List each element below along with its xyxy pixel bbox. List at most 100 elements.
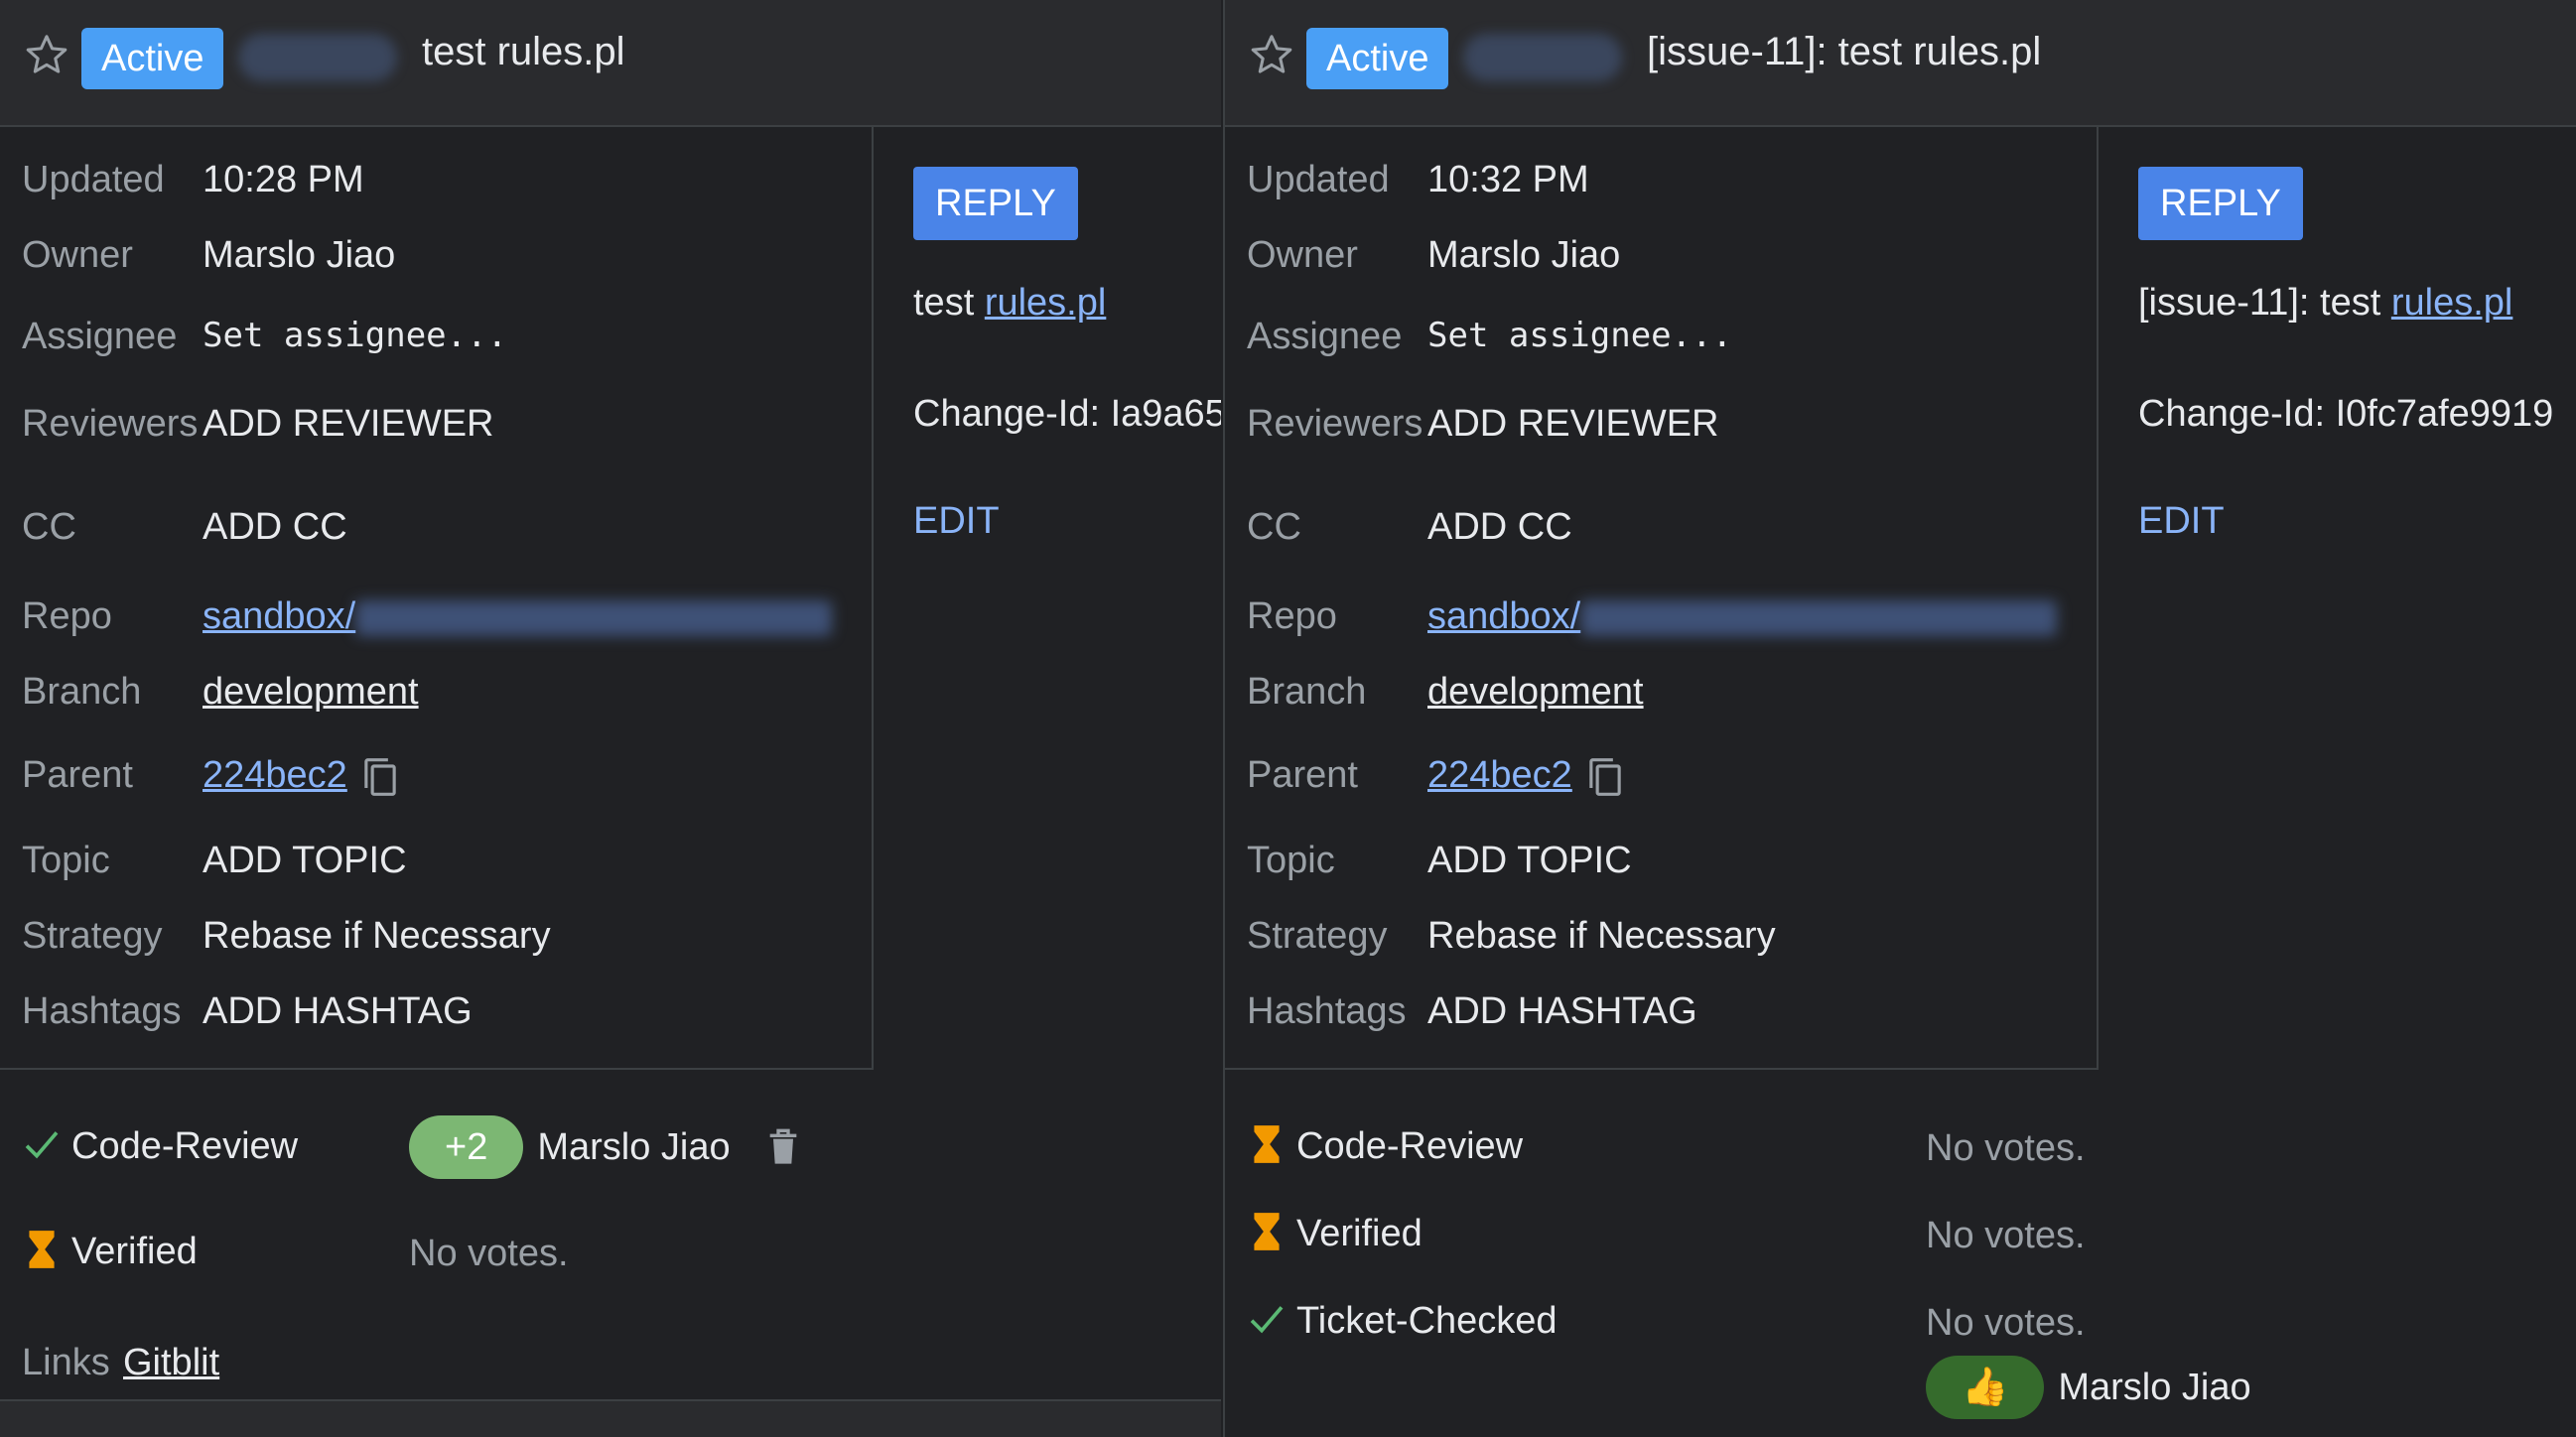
- hourglass-icon: [1254, 1125, 1280, 1163]
- owner-label: Owner: [1247, 234, 1358, 276]
- reply-button[interactable]: REPLY: [2138, 167, 2303, 240]
- hourglass-icon: [1254, 1213, 1280, 1250]
- change-number-redacted: [238, 34, 397, 81]
- cc-label: CC: [22, 506, 76, 548]
- status-badge: Active: [1306, 28, 1449, 89]
- updated-value: 10:32 PM: [1427, 159, 1589, 200]
- star-icon[interactable]: [24, 32, 69, 77]
- change-id: Change-Id: I0fc7afe9919: [2138, 393, 2554, 435]
- reviewers-label: Reviewers: [22, 403, 199, 445]
- assignee-input[interactable]: Set assignee...: [1427, 316, 1732, 355]
- reviewers-label: Reviewers: [1247, 403, 1424, 445]
- message-file-link[interactable]: rules.pl: [2391, 282, 2513, 324]
- add-hashtag-button[interactable]: ADD HASHTAG: [1427, 990, 1697, 1033]
- parent-label: Parent: [1247, 754, 1358, 796]
- hashtags-label: Hashtags: [22, 990, 182, 1032]
- files-section-bar: [0, 1399, 1221, 1437]
- updated-label: Updated: [22, 159, 165, 200]
- message-subject: [issue-11]: test rules.pl: [2138, 282, 2513, 324]
- vote-chip-thumbs-up-icon[interactable]: 👍: [1926, 1356, 2045, 1419]
- voter-name: Marslo Jiao: [2058, 1366, 2251, 1408]
- label-name: Code-Review: [71, 1125, 299, 1167]
- owner-value[interactable]: Marslo Jiao: [203, 234, 395, 277]
- label-verified: Verified No votes.: [22, 1227, 569, 1274]
- repo-label: Repo: [1247, 595, 1337, 637]
- branch-link[interactable]: development: [203, 671, 419, 714]
- assignee-input[interactable]: Set assignee...: [203, 316, 507, 355]
- label-value: No votes.: [1926, 1302, 2086, 1344]
- label-value: No votes.: [1926, 1215, 2086, 1256]
- strategy-value: Rebase if Necessary: [1427, 915, 1776, 957]
- strategy-label: Strategy: [1247, 915, 1388, 957]
- cc-label: CC: [1247, 506, 1301, 548]
- branch-label: Branch: [22, 671, 142, 713]
- label-name: Code-Review: [1296, 1125, 1524, 1167]
- owner-label: Owner: [22, 234, 133, 276]
- branch-label: Branch: [1247, 671, 1367, 713]
- strategy-value: Rebase if Necessary: [203, 915, 551, 957]
- label-verified: Verified No votes.: [1247, 1209, 2086, 1256]
- star-icon[interactable]: [1249, 32, 1294, 77]
- parent-link[interactable]: 224bec2: [203, 754, 347, 796]
- add-topic-button[interactable]: ADD TOPIC: [1427, 840, 1632, 882]
- links-label: Links: [22, 1342, 110, 1383]
- check-icon: [1250, 1306, 1284, 1334]
- strategy-label: Strategy: [22, 915, 163, 957]
- add-topic-button[interactable]: ADD TOPIC: [203, 840, 407, 882]
- change-info: Updated 10:32 PM Owner Marslo Jiao Assig…: [1225, 127, 2099, 1070]
- label-code-review: Code-Review No votes.: [1247, 1121, 2086, 1169]
- change-number-redacted: [1463, 34, 1622, 81]
- trash-icon[interactable]: [766, 1127, 800, 1167]
- repo-link[interactable]: sandbox/: [1427, 595, 1580, 637]
- label-name: Verified: [1296, 1213, 1423, 1254]
- message-subject: test rules.pl: [913, 282, 1107, 324]
- repo-label: Repo: [22, 595, 112, 637]
- label-ticket-checked: Ticket-Checked No votes. 👍 Marslo Jiao: [1247, 1296, 2251, 1419]
- assignee-label: Assignee: [1247, 316, 1403, 357]
- parent-link[interactable]: 224bec2: [1427, 754, 1572, 796]
- add-cc-button[interactable]: ADD CC: [203, 506, 347, 549]
- repo-name-redacted: [1580, 599, 2058, 636]
- add-hashtag-button[interactable]: ADD HASHTAG: [203, 990, 473, 1033]
- change-title: [issue-11]: test rules.pl: [1647, 30, 2042, 73]
- reply-button[interactable]: REPLY: [913, 167, 1078, 240]
- message-file-link[interactable]: rules.pl: [985, 282, 1107, 324]
- section-divider: [0, 1068, 872, 1070]
- copy-icon[interactable]: [361, 755, 399, 799]
- hashtags-label: Hashtags: [1247, 990, 1407, 1032]
- change-header: Active [issue-11]: test rules.pl: [1225, 0, 2576, 127]
- add-reviewer-button[interactable]: ADD REVIEWER: [203, 403, 493, 446]
- updated-value: 10:28 PM: [203, 159, 364, 200]
- owner-value[interactable]: Marslo Jiao: [1427, 234, 1620, 277]
- assignee-label: Assignee: [22, 316, 178, 357]
- hourglass-icon: [29, 1231, 55, 1268]
- vote-chip[interactable]: +2: [409, 1115, 524, 1179]
- repo-name-redacted: [355, 599, 833, 636]
- change-panel-left: Active test rules.pl Updated 10:28 PM Ow…: [0, 0, 1221, 1437]
- updated-label: Updated: [1247, 159, 1390, 200]
- label-name: Verified: [71, 1231, 198, 1272]
- edit-button[interactable]: EDIT: [2138, 500, 2225, 543]
- gitblit-link[interactable]: Gitblit: [123, 1342, 219, 1384]
- change-header: Active test rules.pl: [0, 0, 1221, 127]
- change-title: test rules.pl: [422, 30, 625, 73]
- add-cc-button[interactable]: ADD CC: [1427, 506, 1572, 549]
- check-icon: [25, 1131, 59, 1159]
- topic-label: Topic: [1247, 840, 1335, 881]
- label-value: No votes.: [409, 1233, 569, 1274]
- branch-link[interactable]: development: [1427, 671, 1644, 714]
- add-reviewer-button[interactable]: ADD REVIEWER: [1427, 403, 1718, 446]
- topic-label: Topic: [22, 840, 110, 881]
- label-name: Ticket-Checked: [1296, 1300, 1558, 1342]
- label-value: No votes.: [1926, 1127, 2086, 1169]
- change-id: Change-Id: Ia9a65: [913, 393, 1221, 435]
- status-badge: Active: [81, 28, 224, 89]
- repo-link[interactable]: sandbox/: [203, 595, 355, 637]
- edit-button[interactable]: EDIT: [913, 500, 1000, 543]
- change-info: Updated 10:28 PM Owner Marslo Jiao Assig…: [0, 127, 874, 1070]
- copy-icon[interactable]: [1586, 755, 1624, 799]
- section-divider: [1225, 1068, 2097, 1070]
- parent-label: Parent: [22, 754, 133, 796]
- change-panel-right: Active [issue-11]: test rules.pl Updated…: [1223, 0, 2576, 1437]
- label-code-review: Code-Review +2 Marslo Jiao: [22, 1115, 796, 1179]
